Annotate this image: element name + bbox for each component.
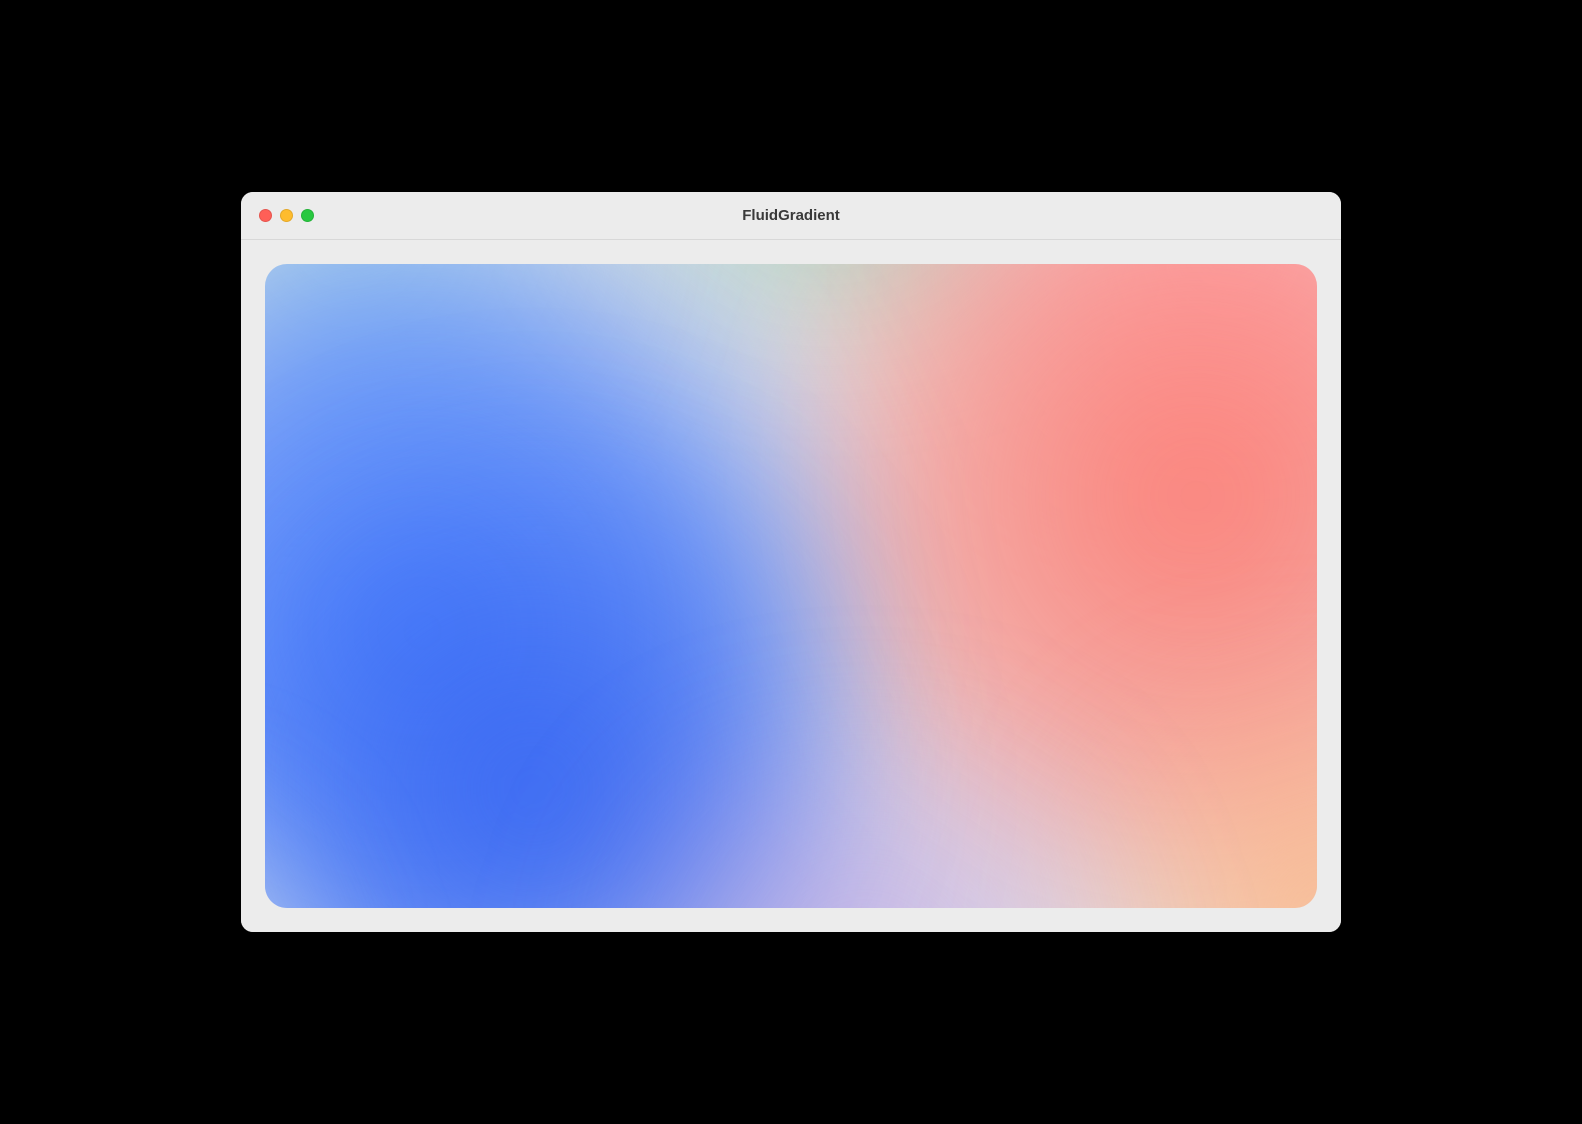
window-title: FluidGradient — [241, 207, 1341, 224]
zoom-button[interactable] — [301, 209, 314, 222]
traffic-lights — [259, 209, 314, 222]
close-button[interactable] — [259, 209, 272, 222]
fluid-gradient-view — [265, 264, 1317, 908]
window-content — [241, 240, 1341, 932]
gradient-layer — [265, 264, 1317, 908]
window-titlebar[interactable]: FluidGradient — [241, 192, 1341, 240]
minimize-button[interactable] — [280, 209, 293, 222]
app-window: FluidGradient — [241, 192, 1341, 932]
